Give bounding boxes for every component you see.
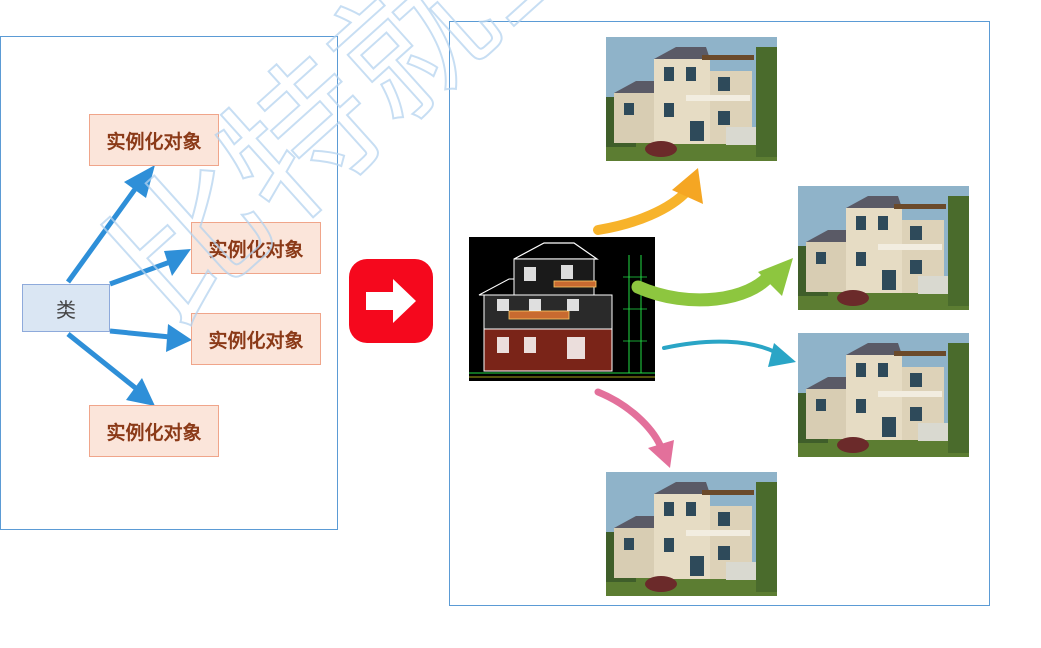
- class-box: 类: [22, 284, 110, 332]
- instance-object-box-3: 实例化对象: [191, 313, 321, 365]
- arrow-to-house-4: [594, 388, 664, 449]
- transition-arrow-badge: [349, 259, 433, 343]
- arrow-to-object-4: [66, 332, 140, 392]
- arrow-to-house-1: [593, 185, 693, 235]
- arrow-to-object-1: [65, 183, 141, 284]
- arrow-to-house-2: [631, 268, 777, 307]
- arrow-to-object-2: [109, 259, 171, 287]
- house-image-2: [798, 186, 969, 310]
- arrowhead-1: [124, 165, 155, 198]
- arrowhead-house-4: [648, 440, 674, 468]
- house-image-4: [606, 472, 777, 596]
- instance-object-box-1: 实例化对象: [89, 114, 219, 166]
- house-image-1: [606, 37, 777, 161]
- instance-arrows: [593, 168, 796, 468]
- instance-object-box-4: 实例化对象: [89, 405, 219, 457]
- arrowhead-3: [166, 324, 192, 352]
- arrowhead-house-2: [758, 258, 793, 296]
- right-arrow-icon: [366, 279, 416, 323]
- instance-object-box-2: 实例化对象: [191, 222, 321, 274]
- arrow-to-object-3: [109, 328, 171, 340]
- house-image-3: [798, 333, 969, 457]
- arrow-to-house-3: [662, 339, 777, 354]
- arrowhead-2: [164, 249, 191, 276]
- arrowhead-house-3: [768, 343, 796, 367]
